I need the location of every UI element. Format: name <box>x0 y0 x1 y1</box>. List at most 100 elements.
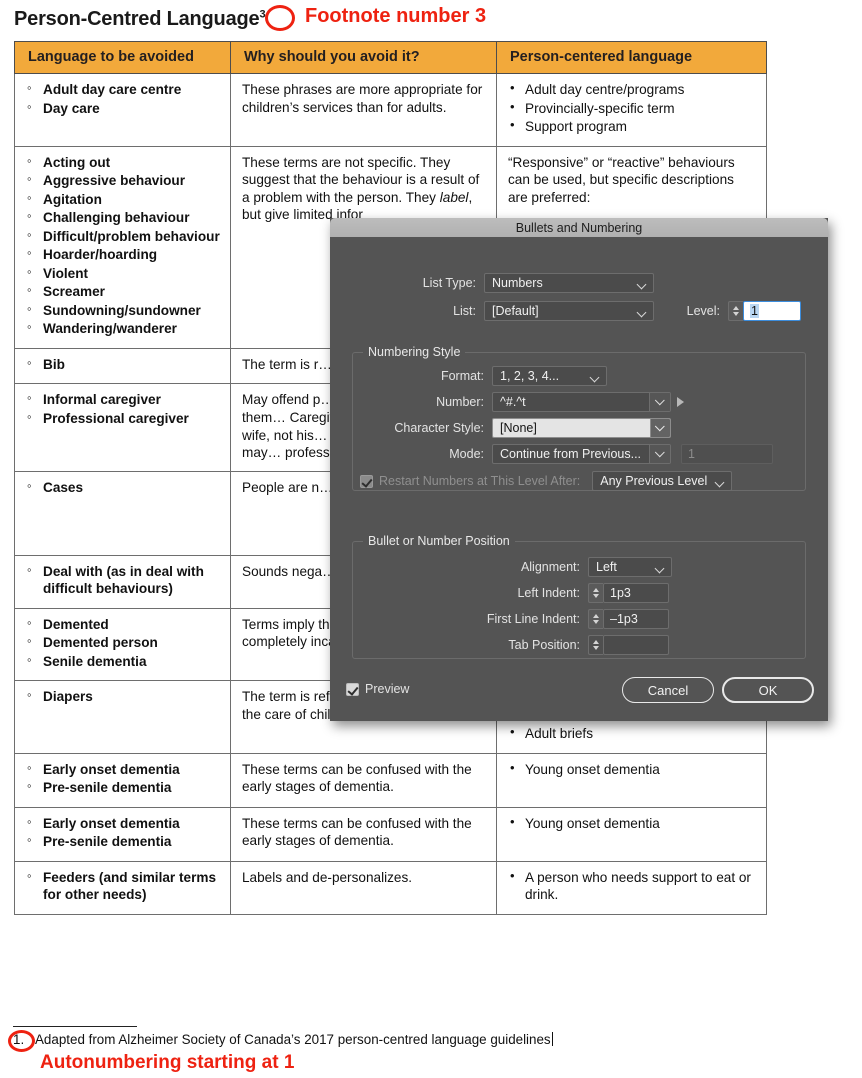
page-title-row: Person-Centred Language3 <box>14 4 266 34</box>
cell-why: These terms can be confused with the ear… <box>230 806 497 862</box>
list-item: Deal with (as in deal with difficult beh… <box>26 562 221 598</box>
numbering-style-legend: Numbering Style <box>368 345 461 359</box>
format-select[interactable]: 1, 2, 3, 4... <box>492 366 607 386</box>
cell-avoided: Diapers <box>14 680 231 754</box>
restart-numbers-checkbox[interactable] <box>360 474 373 488</box>
column-header-person-centered: Person-centered language <box>496 41 767 74</box>
stepper-up-icon[interactable] <box>593 588 599 592</box>
list-item: A person who needs support to eat or dri… <box>508 868 757 904</box>
tab-position-label: Tab Position: <box>508 638 580 652</box>
tab-position-input[interactable] <box>603 635 669 655</box>
footnote-separator-rule <box>13 1026 137 1027</box>
first-line-indent-stepper[interactable] <box>588 609 603 629</box>
table-row: Early onset dementia Pre-senile dementia… <box>14 806 767 862</box>
tab-position-stepper[interactable] <box>588 635 603 655</box>
level-input[interactable]: 1 <box>743 301 801 321</box>
stepper-up-icon[interactable] <box>733 306 739 310</box>
list-item: Adult briefs <box>508 724 757 743</box>
restart-numbers-row: Restart Numbers at This Level After: Any… <box>360 471 733 491</box>
left-indent-stepper[interactable] <box>588 583 603 603</box>
first-line-indent-row: First Line Indent: –1p3 <box>476 609 669 629</box>
page-title: Person-Centred Language3 <box>14 7 266 30</box>
stepper-down-icon[interactable] <box>733 312 739 316</box>
list-item: Demented person <box>26 633 221 652</box>
chevron-down-icon[interactable] <box>649 445 670 463</box>
list-item: Cases <box>26 478 221 497</box>
number-combo[interactable]: ^#.^t <box>492 392 671 412</box>
insert-special-character-arrow-icon[interactable] <box>677 397 684 407</box>
dialog-title-bar[interactable]: Bullets and Numbering <box>330 218 828 237</box>
character-style-label: Character Style: <box>394 421 484 435</box>
list-item: Sundowning/sundowner <box>26 301 221 320</box>
list-item: Support program <box>508 117 757 136</box>
left-indent-row: Left Indent: 1p3 <box>500 583 669 603</box>
stepper-down-icon[interactable] <box>593 620 599 624</box>
position-legend: Bullet or Number Position <box>368 534 510 548</box>
preview-label: Preview <box>365 682 410 696</box>
annotation-footnote-number: Footnote number 3 <box>305 5 487 27</box>
list-type-select[interactable]: Numbers <box>484 273 654 293</box>
mode-label: Mode: <box>449 447 484 461</box>
level-value: 1 <box>750 304 759 318</box>
mode-start-number-value: 1 <box>688 447 695 461</box>
level-stepper[interactable] <box>728 301 743 321</box>
list-item: Challenging behaviour <box>26 208 221 227</box>
list-item: Early onset dementia <box>26 760 221 779</box>
list-row: List: [Default] <box>376 301 656 321</box>
alignment-label: Alignment: <box>520 560 580 574</box>
character-style-select[interactable]: [None] <box>492 418 671 438</box>
list-label: List: <box>453 304 476 318</box>
why-text: Labels and de-personalizes. <box>242 869 413 885</box>
cell-avoided: Early onset dementia Pre-senile dementia <box>14 752 231 808</box>
pcl-lead-text: “Responsive” or “reactive” behaviours ca… <box>508 154 735 205</box>
left-indent-input[interactable]: 1p3 <box>603 583 669 603</box>
list-item: Professional caregiver <box>26 409 221 428</box>
table-header-row: Language to be avoided Why should you av… <box>14 41 767 74</box>
character-style-row: Character Style: [None] <box>392 418 671 438</box>
red-circle-annotation-footnote-number <box>8 1030 35 1052</box>
mode-start-number-input: 1 <box>681 444 773 464</box>
stepper-up-icon[interactable] <box>593 614 599 618</box>
cancel-button[interactable]: Cancel <box>622 677 714 703</box>
ok-button[interactable]: OK <box>722 677 814 703</box>
annotation-autonumbering: Autonumbering starting at 1 <box>40 1052 295 1073</box>
list-select[interactable]: [Default] <box>484 301 654 321</box>
restart-numbers-label: Restart Numbers at This Level After: <box>379 474 581 488</box>
alignment-value: Left <box>596 560 617 574</box>
list-item: Hoarder/hoarding <box>26 245 221 264</box>
restart-after-select[interactable]: Any Previous Level <box>592 471 733 491</box>
list-item: Early onset dementia <box>26 814 221 833</box>
chevron-down-icon[interactable] <box>649 393 670 411</box>
cell-person-centered: Adult day centre/programs Provincially-s… <box>496 73 767 147</box>
list-item: Adult day centre/programs <box>508 80 757 99</box>
dialog-title: Bullets and Numbering <box>515 220 643 235</box>
list-type-value: Numbers <box>492 276 543 290</box>
cell-why: These terms can be confused with the ear… <box>230 752 497 808</box>
list-item: Difficult/problem behaviour <box>26 227 221 246</box>
document-page: Person-Centred Language3 Footnote number… <box>0 0 862 1078</box>
stepper-up-icon[interactable] <box>593 640 599 644</box>
cancel-button-label: Cancel <box>647 682 689 698</box>
alignment-select[interactable]: Left <box>588 557 672 577</box>
cell-person-centered: A person who needs support to eat or dri… <box>496 860 767 916</box>
preview-checkbox[interactable] <box>346 682 359 696</box>
list-item: Pre-senile dementia <box>26 778 221 797</box>
stepper-down-icon[interactable] <box>593 646 599 650</box>
mode-select[interactable]: Continue from Previous... <box>492 444 671 464</box>
cell-avoided: Informal caregiver Professional caregive… <box>14 383 231 472</box>
footnote-text: Adapted from Alzheimer Society of Canada… <box>35 1032 551 1047</box>
list-item: Day care <box>26 99 221 118</box>
bullets-and-numbering-dialog[interactable]: Bullets and Numbering List Type: Numbers… <box>330 218 828 721</box>
cell-avoided: Bib <box>14 347 231 385</box>
stepper-down-icon[interactable] <box>593 594 599 598</box>
list-item: Provincially-specific term <box>508 99 757 118</box>
first-line-indent-input[interactable]: –1p3 <box>603 609 669 629</box>
list-item: Aggressive behaviour <box>26 171 221 190</box>
footnote-line: 1. Adapted from Alzheimer Society of Cana… <box>13 1032 553 1047</box>
list-type-row: List Type: Numbers <box>376 273 656 293</box>
level-label: Level: <box>686 304 720 318</box>
chevron-down-icon[interactable] <box>650 419 670 437</box>
cell-avoided: Acting out Aggressive behaviour Agitatio… <box>14 145 231 349</box>
cell-person-centered: Young onset dementia <box>496 806 767 862</box>
left-indent-label: Left Indent: <box>517 586 580 600</box>
